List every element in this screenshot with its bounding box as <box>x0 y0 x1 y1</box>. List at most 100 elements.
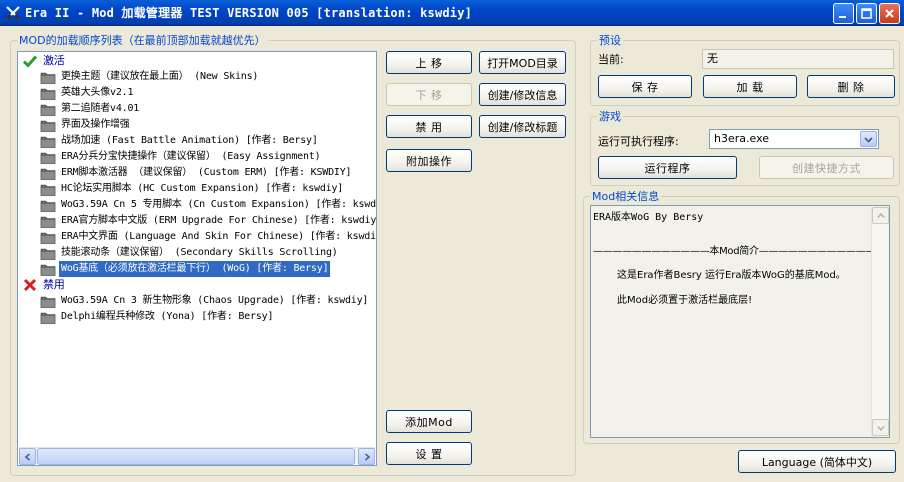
mod-item[interactable]: ERA分兵分宝快捷操作（建议保留） (Easy Assignment) <box>40 149 322 165</box>
mod-item[interactable]: WoG3.59A Cn 3 新生物形象 (Chaos Upgrade) [作者:… <box>40 293 370 309</box>
mod-item[interactable]: 英雄大头像v2.1 <box>40 85 135 101</box>
arrow-down-icon <box>876 425 885 431</box>
current-preset-field: 无 <box>702 49 894 69</box>
mod-item[interactable]: ERA中文界面 (Language And Skin For Chinese) … <box>40 229 377 245</box>
mod-item[interactable]: ERA官方脚本中文版 (ERM Upgrade For Chinese) [作者… <box>40 213 377 229</box>
mod-tree[interactable]: 激活更换主题（建议放在最上面） (New Skins) 英雄大头像v2.1 第二追随… <box>17 51 377 466</box>
folder-icon <box>40 165 56 181</box>
window-title: Era II - Mod 加载管理器 TEST VERSION 005 [tra… <box>25 6 473 20</box>
folder-icon <box>40 309 56 325</box>
mod-item[interactable]: ERM脚本激活器 （建议保留） (Custom ERM) [作者: KSWDIY… <box>40 165 353 181</box>
current-preset-label: 当前: <box>598 53 624 66</box>
mod-item[interactable]: HC论坛实用脚本 (HC Custom Expansion) [作者: kswd… <box>40 181 345 197</box>
tree-node-label: WoG3.59A Cn 3 新生物形象 (Chaos Upgrade) [作者:… <box>61 295 369 306</box>
mod-item[interactable]: 技能滚动条（建议保留） (Secondary Skills Scrolling) <box>40 245 340 261</box>
mod-item[interactable]: 更换主题（建议放在最上面） (New Skins) <box>40 69 260 85</box>
delete-preset-button[interactable]: 删 除 <box>807 75 895 98</box>
tree-node-label: 第二追随者v4.01 <box>61 103 140 114</box>
tree-node-label: WoG3.59A Cn 5 专用脚本 (Cn Custom Expansion)… <box>61 199 377 210</box>
window-controls <box>833 3 900 24</box>
mod-item[interactable]: WoG3.59A Cn 5 专用脚本 (Cn Custom Expansion)… <box>40 197 377 213</box>
tree-node-label: Delphi编程兵种修改 (Yona) [作者: Bersy] <box>61 311 274 322</box>
mod-info-line: 此Mod必须置于激活栏最底层! <box>617 295 753 306</box>
tree-node-label: HC论坛实用脚本 (HC Custom Expansion) [作者: kswd… <box>61 183 344 194</box>
run-program-button[interactable]: 运行程序 <box>598 156 737 179</box>
executable-value: h3era.exe <box>714 132 770 145</box>
cross-icon <box>22 277 38 293</box>
folder-icon <box>40 117 56 133</box>
mod-info-line: 这是Era作者Besry 运行Era版本WoG的基底Mod。 <box>617 270 846 281</box>
tree-node-label: ERA中文界面 (Language And Skin For Chinese) … <box>61 231 377 242</box>
move-up-button[interactable]: 上 移 <box>386 51 472 74</box>
minimize-icon <box>839 16 846 18</box>
game-legend: 游戏 <box>599 110 621 123</box>
close-icon <box>885 9 894 18</box>
tree-node-label: ERA分兵分宝快捷操作（建议保留） (Easy Assignment) <box>61 151 321 162</box>
mod-item[interactable]: 第二追随者v4.01 <box>40 101 141 117</box>
mod-item[interactable]: Delphi编程兵种修改 (Yona) [作者: Bersy] <box>40 309 275 325</box>
crossed-swords-icon <box>5 5 21 21</box>
folder-icon <box>40 245 56 261</box>
group-active[interactable]: 激活 <box>22 53 67 69</box>
folder-icon <box>40 133 56 149</box>
preset-legend: 预设 <box>599 34 621 47</box>
scroll-thumb[interactable] <box>37 448 355 465</box>
tree-node-label: 战场加速 (Fast Battle Animation) [作者: Bersy] <box>61 135 318 146</box>
minimize-button[interactable] <box>833 3 854 24</box>
save-preset-button[interactable]: 保 存 <box>598 75 692 98</box>
horizontal-scrollbar[interactable] <box>19 447 375 465</box>
folder-icon <box>40 181 56 197</box>
move-down-button[interactable]: 下 移 <box>386 83 472 106</box>
mod-info-line: ERA版本WoG By Bersy <box>593 212 704 223</box>
executable-label: 运行可执行程序: <box>598 135 679 148</box>
scroll-down-button[interactable] <box>872 419 889 436</box>
tree-node-label: 英雄大头像v2.1 <box>61 87 134 98</box>
vertical-scrollbar[interactable] <box>871 207 889 436</box>
disable-button[interactable]: 禁 用 <box>386 115 472 138</box>
folder-icon <box>40 213 56 229</box>
open-mod-directory-button[interactable]: 打开MOD目录 <box>479 51 566 74</box>
executable-select[interactable]: h3era.exe <box>709 129 879 149</box>
tree-node-label: 更换主题（建议放在最上面） (New Skins) <box>61 71 259 82</box>
edit-info-button[interactable]: 创建/修改信息 <box>479 83 566 106</box>
group-disabled[interactable]: 禁用 <box>22 277 67 293</box>
folder-icon <box>40 85 56 101</box>
maximize-icon <box>861 8 872 19</box>
check-icon <box>22 53 38 69</box>
extra-operations-button[interactable]: 附加操作 <box>386 149 472 172</box>
mod-order-legend: MOD的加载顺序列表（在最前顶部加载就越优先） <box>19 34 266 47</box>
tree-node-label: 禁用 <box>43 278 65 291</box>
folder-icon <box>40 229 56 245</box>
close-button[interactable] <box>879 3 900 24</box>
tree-node-label: ERA官方脚本中文版 (ERM Upgrade For Chinese) [作者… <box>61 215 377 226</box>
maximize-button[interactable] <box>856 3 877 24</box>
tree-node-label: 激活 <box>43 54 65 67</box>
title-bar: Era II - Mod 加载管理器 TEST VERSION 005 [tra… <box>0 0 904 26</box>
scroll-up-button[interactable] <box>872 207 889 224</box>
scroll-right-button[interactable] <box>358 448 375 465</box>
arrow-left-icon <box>24 452 30 461</box>
arrow-up-icon <box>876 212 885 218</box>
tree-node-label: WoG基底（必须放在激活栏最下行） (WoG) [作者: Bersy] <box>57 260 332 278</box>
settings-button[interactable]: 设 置 <box>386 442 472 465</box>
tree-node-label: ERM脚本激活器 （建议保留） (Custom ERM) [作者: KSWDIY… <box>61 167 352 178</box>
folder-icon <box>40 69 56 85</box>
mod-item[interactable]: 界面及操作增强 <box>40 117 132 133</box>
folder-icon <box>40 293 56 309</box>
add-mod-button[interactable]: 添加Mod <box>386 410 472 433</box>
edit-title-button[interactable]: 创建/修改标题 <box>479 115 566 138</box>
arrow-right-icon <box>364 452 370 461</box>
folder-icon <box>40 149 56 165</box>
create-shortcut-button[interactable]: 创建快捷方式 <box>759 156 894 179</box>
folder-icon <box>40 101 56 117</box>
mod-info-line: ————————————本Mod简介———————————— <box>593 246 876 257</box>
folder-icon <box>40 261 56 277</box>
chevron-down-icon[interactable] <box>860 131 877 147</box>
mod-item[interactable]: 战场加速 (Fast Battle Animation) [作者: Bersy] <box>40 133 320 149</box>
scroll-left-button[interactable] <box>19 448 36 465</box>
language-button[interactable]: Language (简体中文) <box>738 450 896 473</box>
load-preset-button[interactable]: 加 载 <box>703 75 797 98</box>
mod-info-legend: Mod相关信息 <box>592 190 660 203</box>
mod-item[interactable]: WoG基底（必须放在激活栏最下行） (WoG) [作者: Bersy] <box>40 260 332 278</box>
mod-info-text[interactable]: ERA版本WoG By Bersy ————————————本Mod简介————… <box>590 205 890 438</box>
